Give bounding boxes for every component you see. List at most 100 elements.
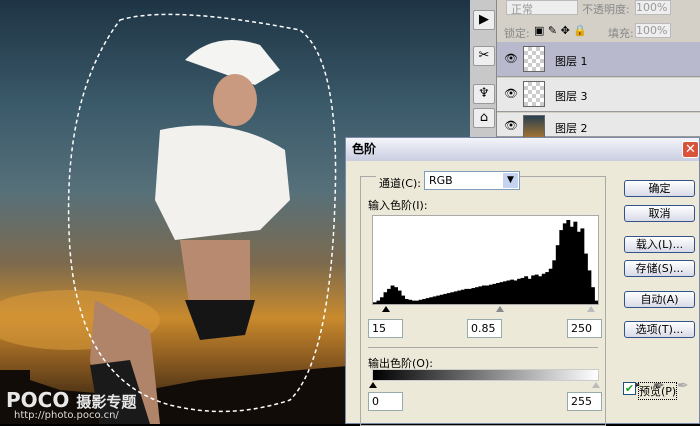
channel-select[interactable]: RGB ▼ [424,171,520,190]
fill-input[interactable]: 100% [635,23,671,38]
histogram-bar [527,278,532,304]
histogram-bar [478,286,483,304]
load-button[interactable]: 载入(L)... [624,236,695,253]
histogram-bar [422,298,427,304]
ok-button[interactable]: 确定 [624,180,695,197]
histogram-bar [594,300,598,304]
histogram-bar [394,287,399,304]
output-gradient [372,369,599,381]
histogram-bar [376,300,381,304]
play-icon[interactable]: ▶ [473,10,495,30]
histogram-bar [418,299,423,304]
input-black-slider[interactable] [382,306,390,312]
layer-row[interactable]: 👁 图层 2 [497,113,700,141]
histogram-bar [524,276,529,304]
histogram-bar [474,287,479,304]
histogram-bar [541,273,546,304]
histogram-bar [390,285,395,304]
histogram-bar [496,283,500,304]
histogram-bar [404,298,409,304]
tool-column: ▶ ✂ ♆ ⌂ [470,0,497,137]
channel-value: RGB [429,174,453,187]
histogram-bar [576,231,581,304]
lock-label: 锁定: [504,27,530,40]
output-white-slider[interactable] [592,382,600,388]
save-button[interactable]: 存储(S)... [624,260,695,277]
histogram-bar [481,285,486,304]
watermark-url: http://photo.poco.cn/ [14,410,119,421]
brush-icon[interactable]: ♆ [473,84,495,104]
histogram-bar [373,302,377,304]
input-gamma-field[interactable]: 0.85 [467,319,502,338]
output-black-slider[interactable] [369,382,377,388]
eye-icon[interactable]: 👁 [501,119,521,135]
layer-name: 图层 3 [555,90,588,103]
input-gamma-slider[interactable] [496,306,504,312]
divider [368,347,598,348]
histogram-bar [552,260,557,304]
histogram-bar [467,288,472,304]
tools-icon[interactable]: ✂ [473,46,495,66]
histogram-bar [513,280,518,304]
stamp-icon[interactable]: ⌂ [473,108,495,128]
histogram-bar [450,292,455,304]
histogram-bar [443,293,448,304]
layer-row[interactable]: 👁 图层 1 [497,42,700,77]
output-white-field[interactable]: 255 [567,392,602,411]
layer-thumbnail [523,46,545,72]
histogram-bar [492,283,497,304]
histogram-bar [587,270,592,304]
eye-icon[interactable]: 👁 [501,52,521,68]
auto-button[interactable]: 自动(A) [624,291,695,308]
histogram-bar [415,300,420,304]
histogram-bar [538,276,543,304]
histogram-bar [425,298,430,304]
channel-label: 通道(C): [376,175,424,191]
histogram-bar [569,226,574,304]
preview-checkbox[interactable]: ✔ [623,382,636,395]
histogram-bar [436,295,441,304]
input-white-field[interactable]: 250 [567,319,602,338]
histogram-bar [548,268,553,304]
histogram-bar [573,221,578,304]
eye-icon[interactable]: 👁 [501,87,521,103]
histogram-bar [562,223,567,304]
histogram [372,215,599,305]
blend-mode-select[interactable]: 正常 [506,0,578,16]
options-button[interactable]: 选项(T)... [624,321,695,338]
histogram-bar [590,287,595,304]
histogram-bar [383,292,388,304]
input-black-field[interactable]: 15 [368,319,403,338]
layer-row[interactable]: 👁 图层 3 [497,78,700,112]
histogram-bar [580,228,585,304]
histogram-bar [453,291,458,304]
histogram-bar [531,275,536,304]
histogram-bar [401,295,406,304]
preview-label: 预览(P) [638,382,678,400]
white-eyedropper-icon[interactable]: ✒ [677,378,689,394]
opacity-label: 不透明度: [582,3,630,16]
output-black-field[interactable]: 0 [368,392,403,411]
lock-icons[interactable]: ▣ ✎ ✥ 🔒 [534,24,587,37]
histogram-bar [503,281,507,304]
histogram-bar [566,220,571,304]
histogram-bar [506,280,511,304]
chevron-down-icon[interactable]: ▼ [503,173,518,188]
histogram-bar [432,296,437,304]
levels-dialog: 色阶 ✕ 通道(C): RGB ▼ 输入色阶(I): 15 0.85 250 输… [345,137,700,426]
input-levels-label: 输入色阶(I): [368,199,428,212]
histogram-bar [559,230,564,304]
histogram-bar [397,290,402,304]
histogram-bar [429,297,434,304]
dialog-title: 色阶 [346,138,699,161]
fill-label: 填充: [608,27,634,40]
cancel-button[interactable]: 取消 [624,205,695,222]
histogram-bar [583,253,588,304]
close-button[interactable]: ✕ [682,141,699,158]
histogram-bar [411,300,416,304]
input-white-slider[interactable] [587,306,595,312]
histogram-bar [439,294,444,304]
layer-thumbnail [523,81,545,107]
opacity-input[interactable]: 100% [635,0,671,15]
histogram-bar [499,282,504,304]
